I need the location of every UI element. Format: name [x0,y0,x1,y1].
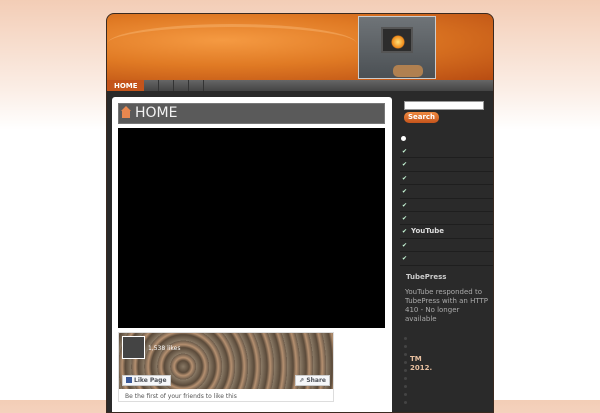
check-icon: ✔ [402,214,408,222]
check-icon: ✔ [402,201,408,209]
check-icon: ✔ [402,188,408,196]
nav-item[interactable] [144,80,159,91]
sidebar-link[interactable]: ✔ [400,199,493,212]
page-title: HOME [135,105,178,121]
bullet-icon [404,369,407,372]
search-button[interactable]: Search [404,112,439,123]
check-icon: ✔ [402,174,408,182]
sidebar-link[interactable]: ✔ [400,252,493,266]
tubepress-error: YouTube responded to TubePress with an H… [405,288,488,323]
check-icon: ✔ [402,228,408,236]
footer-tm: TM [410,355,422,363]
bullet-icon [404,377,407,380]
bullet-icon [404,353,407,356]
logs-image [393,65,423,77]
like-page-label: Like Page [134,377,167,384]
bullet-icon [404,401,407,404]
sidebar-link-youtube[interactable]: ✔ YouTube [400,225,493,239]
stove-image [358,16,436,79]
facebook-like-page-button[interactable]: Like Page [122,375,171,386]
facebook-cover-image: 1,538 likes Like Page ⇗ Share [119,333,333,389]
sidebar-link[interactable]: ✔ [400,212,493,226]
bullet-icon [404,393,407,396]
bullet-icon [404,345,407,348]
nav-home[interactable]: HOME [107,80,144,91]
facebook-icon [126,377,132,383]
facebook-likes-count: 1,538 likes [148,345,181,352]
facebook-share-button[interactable]: ⇗ Share [295,375,330,386]
check-icon: ✔ [402,148,408,155]
footer-year: 2012. [410,364,433,372]
video-player[interactable] [118,128,385,328]
check-icon: ✔ [402,161,408,169]
nav-item[interactable] [189,80,204,91]
fire-image [391,35,405,49]
sidebar-link[interactable]: ✔ [400,145,493,159]
nav-item[interactable] [174,80,189,91]
sidebar-link[interactable]: ✔ [400,239,493,253]
sidebar-link[interactable]: ✔ [400,158,493,172]
facebook-friends-text: Be the first of your friends to like thi… [125,393,237,400]
stove-door [381,27,413,53]
bullet-icon [404,337,407,340]
check-icon: ✔ [402,241,408,249]
page-title-bar: HOME [118,103,385,124]
sidebar-links: ✔ ✔ ✔ ✔ ✔ ✔ ✔ YouTube ✔ ✔ [400,145,493,266]
share-label: Share [306,377,326,384]
header-banner [107,14,493,80]
tubepress-heading: TubePress [406,273,447,281]
sidebar-link[interactable]: ✔ [400,172,493,186]
check-icon: ✔ [402,255,408,263]
home-icon [121,106,131,118]
banner-swirl [107,24,357,64]
main-content: HOME 1,538 likes Like Page ⇗ Share Be th… [112,97,392,412]
bullet-icon [401,136,406,141]
facebook-page-thumbnail[interactable] [122,336,145,359]
search-input[interactable] [404,101,484,110]
bullet-icon [404,385,407,388]
page-wrapper: HOME HOME 1,538 likes Like Page ⇗ Share … [106,13,494,413]
sidebar-link[interactable]: ✔ [400,185,493,199]
nav-bar: HOME [107,80,493,91]
facebook-page-plugin: 1,538 likes Like Page ⇗ Share Be the fir… [118,332,334,402]
nav-item[interactable] [159,80,174,91]
link-label: YouTube [411,227,444,236]
bullet-icon [404,361,407,364]
